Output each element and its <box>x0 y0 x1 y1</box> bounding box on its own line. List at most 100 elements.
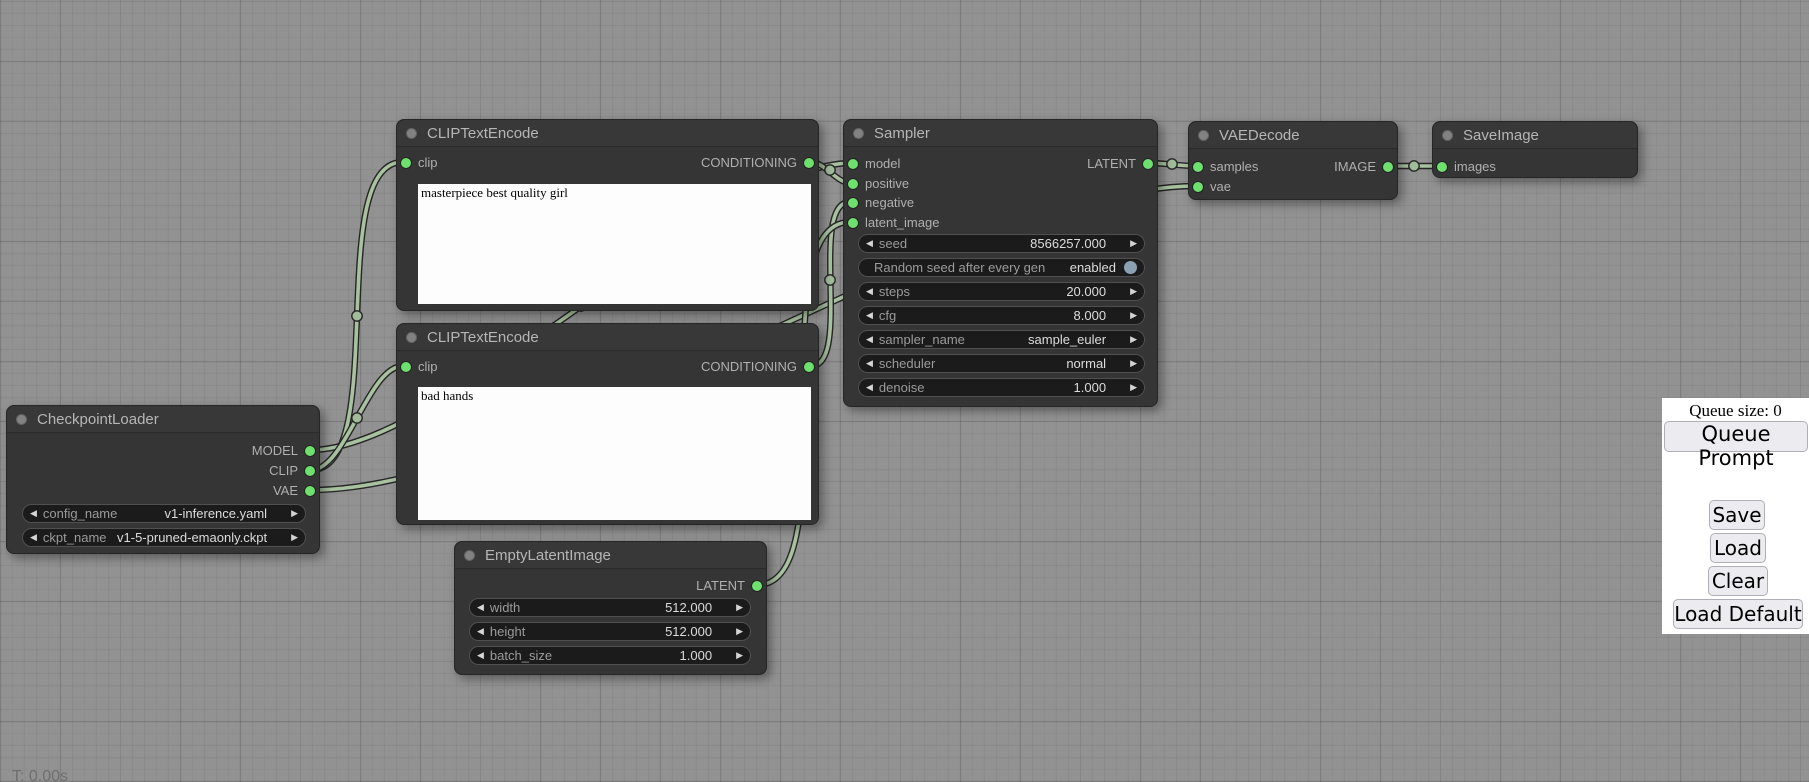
widget-batch-size[interactable]: ◀ batch_size 1.000 ▶ <box>469 646 751 665</box>
right-arrow-icon[interactable]: ▶ <box>291 509 298 518</box>
output-slot-model: MODEL <box>7 443 319 459</box>
queue-prompt-button[interactable]: Queue Prompt <box>1664 421 1808 452</box>
save-button[interactable]: Save <box>1709 500 1765 530</box>
output-dot-image[interactable] <box>1383 162 1393 172</box>
widget-height[interactable]: ◀ height 512.000 ▶ <box>469 622 751 641</box>
slot-label: latent_image <box>865 215 939 231</box>
left-arrow-icon[interactable]: ◀ <box>866 311 873 320</box>
link-midpoint-dot[interactable] <box>1409 161 1419 171</box>
left-arrow-icon[interactable]: ◀ <box>866 359 873 368</box>
output-dot-clip[interactable] <box>305 466 315 476</box>
output-slot-vae: VAE <box>7 483 319 499</box>
left-arrow-icon[interactable]: ◀ <box>30 533 37 542</box>
widget-ckpt-name[interactable]: ◀ ckpt_name v1-5-pruned-emaonly.ckpt ▶ <box>22 528 306 547</box>
input-slot-latent-image: latent_image <box>844 215 1157 231</box>
link-midpoint-dot[interactable] <box>1167 159 1177 169</box>
right-arrow-icon[interactable]: ▶ <box>291 533 298 542</box>
link-midpoint-dot[interactable] <box>825 275 835 285</box>
widget-steps[interactable]: ◀ steps 20.000 ▶ <box>858 282 1145 301</box>
widget-scheduler[interactable]: ◀ scheduler normal ▶ <box>858 354 1145 373</box>
node-titlebar[interactable]: CLIPTextEncode <box>397 324 818 351</box>
slot-label: CONDITIONING <box>701 155 797 171</box>
widget-seed[interactable]: ◀ seed 8566257.000 ▶ <box>858 234 1145 253</box>
input-slot-negative: negative <box>844 195 1157 211</box>
widget-label: steps <box>879 284 910 299</box>
widget-random-seed-toggle[interactable]: Random seed after every gen enabled <box>858 258 1145 277</box>
right-arrow-icon[interactable]: ▶ <box>736 627 743 636</box>
collapse-dot-icon[interactable] <box>406 128 417 139</box>
link-midpoint-dot[interactable] <box>352 311 362 321</box>
toggle-knob-icon[interactable] <box>1124 261 1137 274</box>
output-dot-latent[interactable] <box>752 581 762 591</box>
node-cliptextencode-positive[interactable]: CLIPTextEncode clip CONDITIONING masterp… <box>396 119 819 311</box>
widget-cfg[interactable]: ◀ cfg 8.000 ▶ <box>858 306 1145 325</box>
input-dot-latent-image[interactable] <box>848 218 858 228</box>
clear-button[interactable]: Clear <box>1708 566 1768 596</box>
right-arrow-icon[interactable]: ▶ <box>1130 359 1137 368</box>
slot-label: MODEL <box>252 443 298 459</box>
collapse-dot-icon[interactable] <box>16 414 27 425</box>
left-arrow-icon[interactable]: ◀ <box>477 603 484 612</box>
widget-sampler-name[interactable]: ◀ sampler_name sample_euler ▶ <box>858 330 1145 349</box>
node-titlebar[interactable]: CheckpointLoader <box>7 406 319 433</box>
negative-prompt-textarea[interactable]: bad hands <box>418 387 811 520</box>
output-dot-model[interactable] <box>305 446 315 456</box>
right-arrow-icon[interactable]: ▶ <box>1130 287 1137 296</box>
right-arrow-icon[interactable]: ▶ <box>1130 311 1137 320</box>
input-dot-negative[interactable] <box>848 198 858 208</box>
link-midpoint-dot[interactable] <box>825 165 835 175</box>
widget-value: normal <box>1066 356 1124 371</box>
positive-prompt-textarea[interactable]: masterpiece best quality girl <box>418 184 811 304</box>
node-title: Sampler <box>874 120 930 147</box>
left-arrow-icon[interactable]: ◀ <box>866 335 873 344</box>
queue-panel: Queue size: 0 Queue Prompt Save Load Cle… <box>1662 398 1809 634</box>
node-titlebar[interactable]: Sampler <box>844 120 1157 147</box>
node-cliptextencode-negative[interactable]: CLIPTextEncode clip CONDITIONING bad han… <box>396 323 819 525</box>
right-arrow-icon[interactable]: ▶ <box>736 651 743 660</box>
node-titlebar[interactable]: EmptyLatentImage <box>455 542 766 569</box>
left-arrow-icon[interactable]: ◀ <box>477 651 484 660</box>
node-sampler[interactable]: Sampler model positive negative latent_i… <box>843 119 1158 407</box>
collapse-dot-icon[interactable] <box>464 550 475 561</box>
collapse-dot-icon[interactable] <box>853 128 864 139</box>
widget-width[interactable]: ◀ width 512.000 ▶ <box>469 598 751 617</box>
node-titlebar[interactable]: SaveImage <box>1433 122 1637 149</box>
widget-denoise[interactable]: ◀ denoise 1.000 ▶ <box>858 378 1145 397</box>
widget-label: batch_size <box>490 648 552 663</box>
slot-label: positive <box>865 176 909 192</box>
node-titlebar[interactable]: VAEDecode <box>1189 122 1397 149</box>
left-arrow-icon[interactable]: ◀ <box>866 287 873 296</box>
right-arrow-icon[interactable]: ▶ <box>736 603 743 612</box>
output-dot-latent[interactable] <box>1143 159 1153 169</box>
node-checkpointloader[interactable]: CheckpointLoader MODEL CLIP VAE ◀ config… <box>6 405 320 554</box>
output-slot-latent: LATENT <box>455 578 766 594</box>
output-dot-conditioning[interactable] <box>804 158 814 168</box>
collapse-dot-icon[interactable] <box>1198 130 1209 141</box>
node-emptylatentimage[interactable]: EmptyLatentImage LATENT ◀ width 512.000 … <box>454 541 767 675</box>
input-dot-positive[interactable] <box>848 179 858 189</box>
left-arrow-icon[interactable]: ◀ <box>866 383 873 392</box>
collapse-dot-icon[interactable] <box>406 332 417 343</box>
node-titlebar[interactable]: CLIPTextEncode <box>397 120 818 147</box>
right-arrow-icon[interactable]: ▶ <box>1130 239 1137 248</box>
node-saveimage[interactable]: SaveImage images <box>1432 121 1638 178</box>
output-dot-vae[interactable] <box>305 486 315 496</box>
load-default-button[interactable]: Load Default <box>1673 599 1803 629</box>
left-arrow-icon[interactable]: ◀ <box>30 509 37 518</box>
input-slot-positive: positive <box>844 176 1157 192</box>
input-dot-vae[interactable] <box>1193 182 1203 192</box>
widget-value: 20.000 <box>1066 284 1124 299</box>
output-dot-conditioning[interactable] <box>804 362 814 372</box>
link-midpoint-dot[interactable] <box>352 413 362 423</box>
left-arrow-icon[interactable]: ◀ <box>477 627 484 636</box>
collapse-dot-icon[interactable] <box>1442 130 1453 141</box>
load-button[interactable]: Load <box>1710 533 1766 563</box>
right-arrow-icon[interactable]: ▶ <box>1130 383 1137 392</box>
input-dot-images[interactable] <box>1437 162 1447 172</box>
widget-value: 512.000 <box>665 600 730 615</box>
right-arrow-icon[interactable]: ▶ <box>1130 335 1137 344</box>
left-arrow-icon[interactable]: ◀ <box>866 239 873 248</box>
widget-config-name[interactable]: ◀ config_name v1-inference.yaml ▶ <box>22 504 306 523</box>
node-vaedecode[interactable]: VAEDecode samples vae IMAGE <box>1188 121 1398 200</box>
comfyui-canvas[interactable]: { "canvas": { "status_text": "T: 0.00s" … <box>0 0 1809 782</box>
